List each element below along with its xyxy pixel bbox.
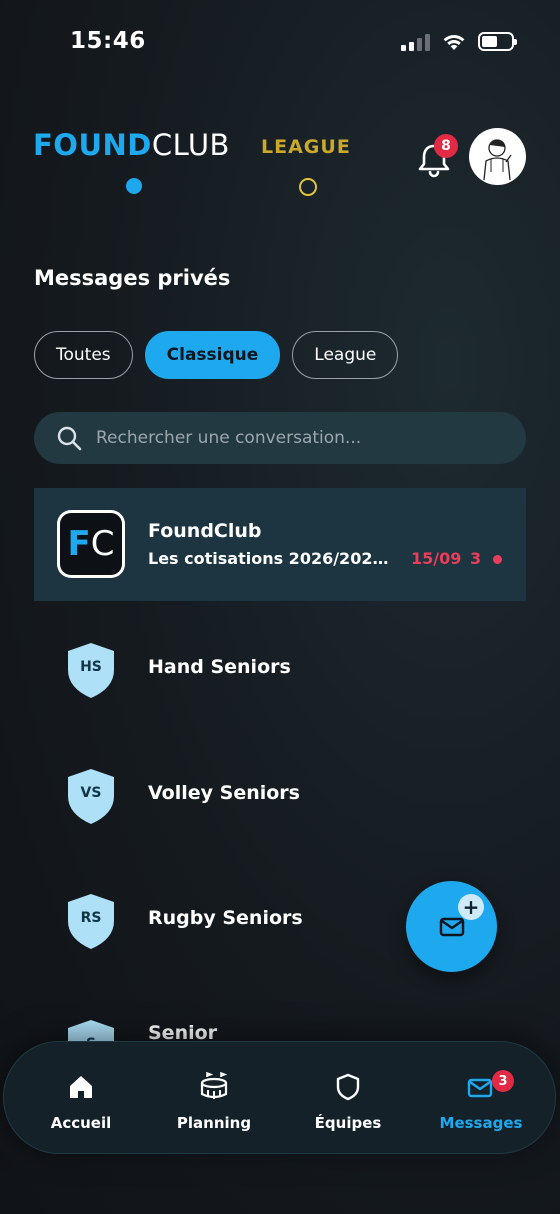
nav-teams[interactable]: Équipes (279, 1042, 417, 1155)
unread-count: 3 (470, 549, 482, 568)
shield-icon (336, 1073, 360, 1101)
conversation-preview: Les cotisations 2026/2027 sont ouvertes (148, 549, 398, 568)
cellular-signal-icon (401, 33, 430, 51)
brand-logo-tab[interactable]: FOUNDCLUB (33, 128, 230, 162)
conversation-row-hand-seniors[interactable]: HS Hand Seniors (34, 625, 526, 715)
status-bar: 15:46 (0, 0, 560, 80)
nav-messages[interactable]: Messages 3 (412, 1042, 550, 1155)
conversation-date: 15/09 (411, 549, 462, 568)
filter-classic-chip[interactable]: Classique (144, 331, 281, 379)
filter-all-chip[interactable]: Toutes (34, 331, 133, 379)
search-icon (57, 426, 82, 451)
filter-league-chip[interactable]: League (292, 331, 399, 379)
avatar-illustration (483, 139, 512, 181)
team-name: Volley Seniors (148, 782, 300, 804)
search-bar[interactable] (34, 412, 526, 464)
status-time: 15:46 (70, 28, 146, 54)
team-name: Rugby Seniors (148, 907, 303, 929)
nav-planning-label: Planning (176, 1114, 252, 1132)
nav-teams-label: Équipes (314, 1114, 382, 1132)
conversation-row-foundclub[interactable]: FC FoundClub Les cotisations 2026/2027 s… (34, 488, 526, 601)
league-tab[interactable]: LEAGUE (261, 136, 351, 158)
team-initials: RS (80, 910, 102, 926)
team-initials: VS (80, 785, 102, 801)
messages-badge: 3 (492, 1070, 514, 1092)
bottom-navigation: Accueil Planning Équipes Messages 3 (3, 1041, 556, 1154)
stadium-icon (200, 1072, 228, 1099)
logo-letter-f: F (67, 524, 91, 564)
conversation-name: FoundClub (148, 520, 262, 542)
nav-messages-label: Messages (439, 1114, 523, 1132)
conversation-row-volley-seniors[interactable]: VS Volley Seniors (34, 751, 526, 841)
foundclub-logo-inner: FC (60, 513, 122, 575)
home-icon (70, 1076, 92, 1098)
status-icons (401, 32, 517, 51)
nav-home[interactable]: Accueil (12, 1042, 150, 1155)
unread-dot (493, 555, 502, 564)
avatar[interactable] (469, 128, 526, 185)
notification-badge: 8 (434, 134, 458, 158)
team-name: Hand Seniors (148, 656, 291, 678)
team-initials: HS (80, 659, 102, 675)
new-message-button[interactable] (406, 881, 497, 972)
league-tab-indicator (299, 178, 317, 196)
page-title: Messages privés (34, 266, 231, 290)
logo-letter-c: C (90, 524, 115, 564)
new-message-icon (439, 917, 465, 937)
wifi-icon (443, 34, 465, 50)
brand-part-club: CLUB (151, 128, 230, 162)
app-header: FOUNDCLUB LEAGUE 8 (0, 110, 560, 210)
nav-home-label: Accueil (50, 1114, 112, 1132)
filter-chips: Toutes Classique League (34, 331, 399, 379)
foundclub-logo: FC (57, 510, 125, 578)
battery-level (482, 36, 498, 47)
search-input[interactable] (96, 428, 496, 448)
brand-part-found: FOUND (33, 128, 152, 162)
nav-planning[interactable]: Planning (145, 1042, 283, 1155)
club-tab-indicator (126, 178, 142, 194)
messages-icon (467, 1078, 493, 1098)
fab-plus-badge: + (458, 894, 484, 920)
battery-icon (478, 32, 517, 51)
